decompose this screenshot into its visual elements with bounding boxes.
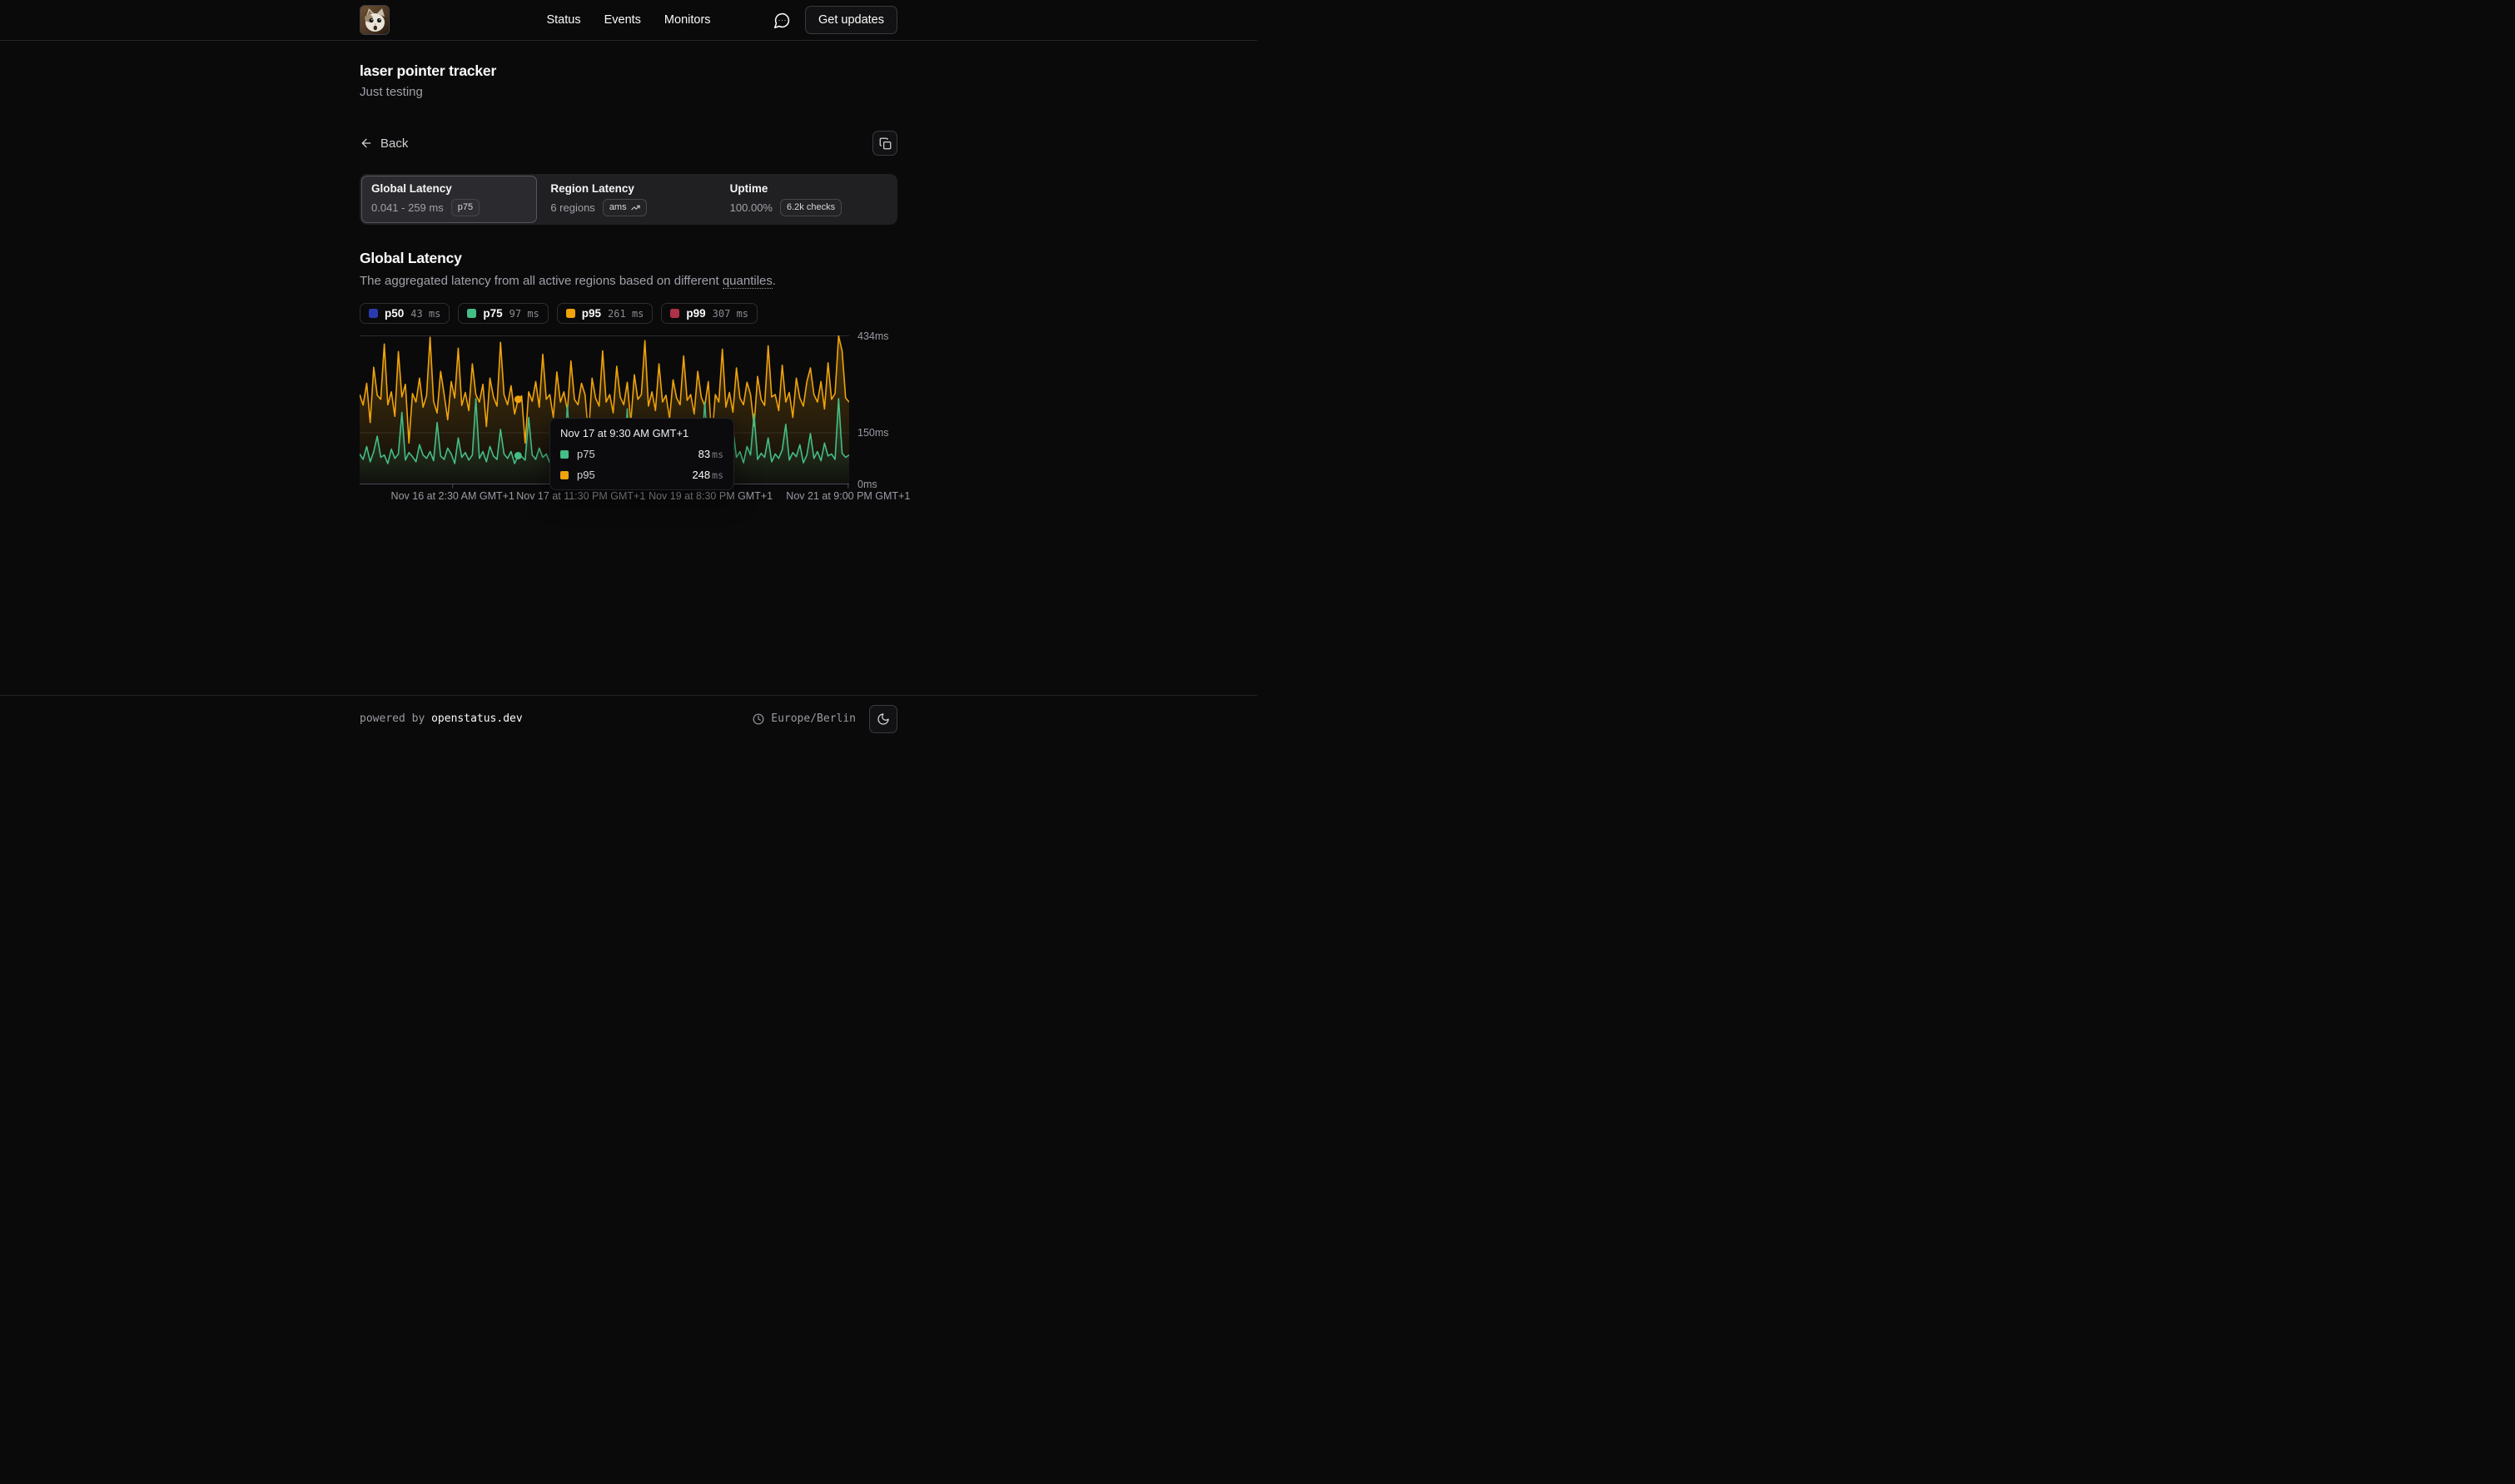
x-axis-label: Nov 17 at 11:30 PM GMT+1	[516, 490, 645, 502]
series-name: p75	[483, 307, 502, 320]
footer: powered by openstatus.dev Europe/Berlin	[0, 695, 1257, 742]
stat-card-global-latency[interactable]: Global Latency 0.041 - 259 ms p75	[361, 176, 537, 223]
description-text: The aggregated latency from all active r…	[360, 274, 723, 288]
series-color-swatch	[560, 471, 569, 479]
latency-chart[interactable]: Nov 17 at 9:30 AM GMT+1 p7583msp95248ms …	[360, 335, 849, 507]
series-value: 261 ms	[608, 308, 644, 320]
checks-badge: 6.2k checks	[780, 199, 842, 216]
series-color-swatch	[566, 309, 575, 318]
stat-card-region-latency[interactable]: Region Latency 6 regions ams	[540, 176, 716, 223]
series-value: 97 ms	[509, 308, 539, 320]
series-name: p50	[385, 307, 404, 320]
page-subtitle: Just testing	[360, 85, 897, 99]
powered-prefix: powered by	[360, 712, 425, 725]
moon-icon	[877, 712, 890, 726]
nav-link-events[interactable]: Events	[604, 13, 641, 27]
x-axis-label: Nov 16 at 2:30 AM GMT+1	[391, 490, 514, 502]
top-nav: Status Events Monitors Get updates	[0, 0, 1257, 41]
series-value: 83	[698, 448, 710, 460]
quantile-badge: p75	[451, 199, 480, 216]
series-unit: ms	[712, 469, 723, 481]
chart-legend: p50 43 ms p75 97 ms p95 261 ms p99 307 ms	[360, 303, 897, 324]
legend-item-p50[interactable]: p50 43 ms	[360, 303, 450, 324]
stat-title: Region Latency	[550, 182, 706, 195]
series-value: 248	[692, 469, 710, 481]
status-page-avatar[interactable]	[360, 5, 390, 35]
tooltip-title: Nov 17 at 9:30 AM GMT+1	[560, 427, 723, 439]
nav-links: Status Events Monitors	[546, 13, 710, 27]
section-title: Global Latency	[360, 250, 897, 267]
stat-title: Global Latency	[371, 182, 527, 195]
copy-link-button[interactable]	[872, 131, 897, 156]
stat-value: 6 regions	[550, 201, 594, 214]
series-unit: ms	[712, 449, 723, 460]
get-updates-button[interactable]: Get updates	[805, 6, 897, 34]
y-axis-labels: 434ms150ms0ms	[849, 335, 897, 507]
openstatus-link[interactable]: openstatus.dev	[431, 712, 523, 725]
series-color-swatch	[467, 309, 476, 318]
back-label: Back	[380, 136, 408, 151]
quantiles-link[interactable]: quantiles	[723, 274, 773, 289]
clock-icon	[753, 713, 764, 725]
y-axis-label: 0ms	[857, 479, 877, 490]
trending-up-icon	[631, 203, 640, 212]
legend-item-p99[interactable]: p99 307 ms	[661, 303, 758, 324]
tooltip-row-p95: p95 248ms	[560, 469, 723, 481]
timezone-label: Europe/Berlin	[771, 712, 856, 725]
description-period: .	[773, 274, 776, 288]
series-value: 307 ms	[713, 308, 748, 320]
back-button[interactable]: Back	[360, 136, 408, 151]
arrow-left-icon	[360, 136, 373, 150]
theme-toggle-button[interactable]	[869, 705, 897, 733]
legend-item-p75[interactable]: p75 97 ms	[458, 303, 548, 324]
series-color-swatch	[560, 450, 569, 459]
series-name: p95	[582, 307, 601, 320]
stats-panel: Global Latency 0.041 - 259 ms p75 Region…	[360, 174, 897, 225]
nav-link-monitors[interactable]: Monitors	[664, 13, 711, 27]
region-badge-label: ams	[609, 201, 627, 214]
section-description: The aggregated latency from all active r…	[360, 274, 897, 288]
y-axis-label: 150ms	[857, 427, 889, 439]
series-color-swatch	[369, 309, 378, 318]
cat-avatar-image	[360, 6, 389, 34]
y-axis-label: 434ms	[857, 330, 889, 342]
timezone: Europe/Berlin	[753, 712, 856, 725]
powered-by: powered by openstatus.dev	[360, 712, 523, 725]
x-axis-label: Nov 19 at 8:30 PM GMT+1	[649, 490, 773, 502]
stat-title: Uptime	[730, 182, 886, 195]
tooltip-row-p75: p75 83ms	[560, 448, 723, 460]
region-badge: ams	[603, 199, 647, 216]
series-name: p95	[577, 469, 595, 481]
nav-link-status[interactable]: Status	[546, 13, 580, 27]
series-name: p75	[577, 448, 595, 460]
series-name: p99	[686, 307, 705, 320]
feedback-chat-icon[interactable]	[772, 10, 792, 30]
active-dot-p75	[514, 452, 522, 459]
stat-value: 0.041 - 259 ms	[371, 201, 444, 214]
stat-card-uptime[interactable]: Uptime 100.00% 6.2k checks	[720, 176, 896, 223]
chart-tooltip: Nov 17 at 9:30 AM GMT+1 p75 83ms p95 248ms	[549, 418, 734, 490]
legend-item-p95[interactable]: p95 261 ms	[557, 303, 654, 324]
copy-icon	[879, 137, 892, 150]
page-title: laser pointer tracker	[360, 62, 897, 80]
series-color-swatch	[670, 309, 679, 318]
stat-value: 100.00%	[730, 201, 773, 214]
active-dot-p95	[514, 396, 522, 404]
series-value: 43 ms	[410, 308, 440, 320]
